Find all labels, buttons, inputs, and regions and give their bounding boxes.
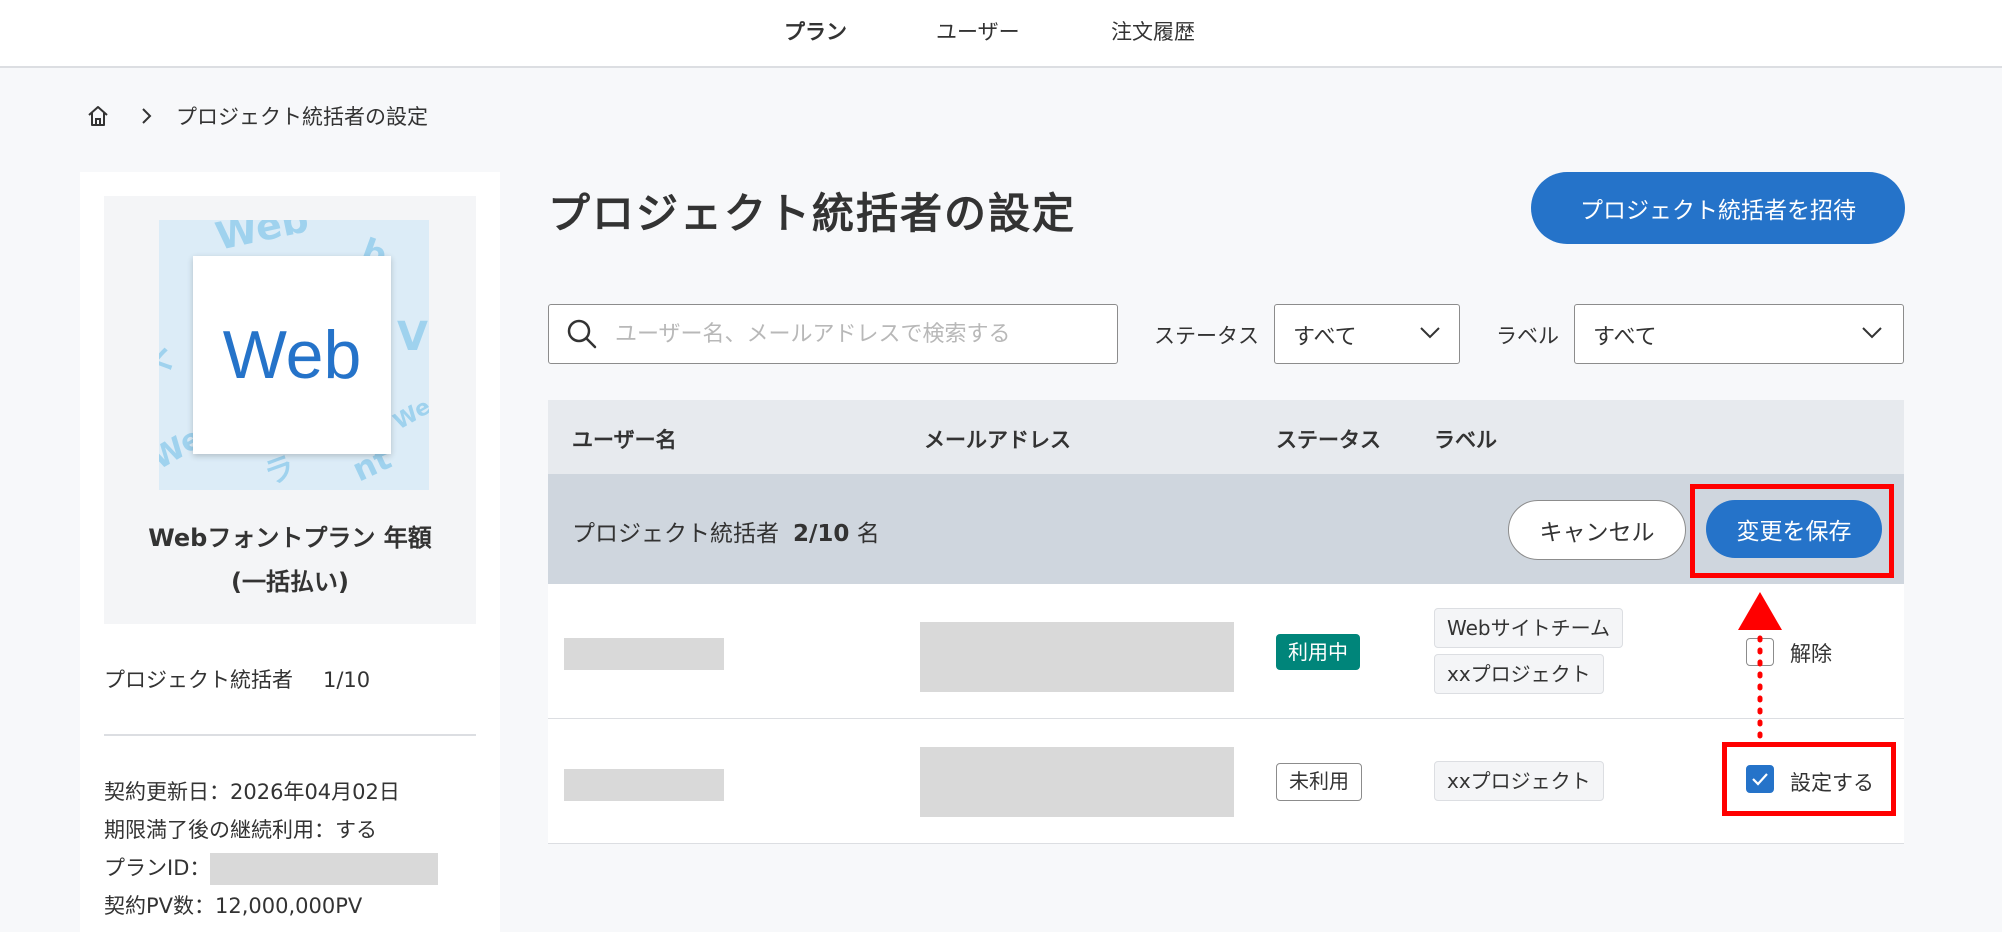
plan-name-line2: (一括払い) (231, 568, 349, 596)
annotation-arrow-icon (1738, 592, 1782, 745)
username-redacted (564, 638, 724, 670)
page-title: プロジェクト統括者の設定 (548, 189, 1077, 238)
svg-text:ト: ト (159, 337, 186, 383)
chevron-right-icon (142, 108, 152, 124)
search-icon (567, 319, 597, 349)
search-input[interactable] (613, 315, 1097, 353)
cancel-button[interactable]: キャンセル (1508, 500, 1686, 560)
svg-text:V: V (397, 314, 428, 360)
table-row: 利用中 Webサイトチーム xxプロジェクト 解除 (548, 584, 1904, 719)
plan-logo-text: Web (222, 317, 362, 393)
plan-thumbnail: Web b ト We ラ nt V We Web (159, 220, 429, 490)
plan-name-line1: Webフォントプラン 年額 (148, 524, 432, 552)
search-box[interactable] (548, 304, 1118, 364)
status-filter-label: ステータス (1154, 324, 1259, 348)
admin-count-value: 1/10 (323, 668, 371, 692)
plan-id-label: プランID： (104, 856, 211, 880)
status-badge: 利用中 (1276, 634, 1360, 670)
col-username: ユーザー名 (572, 428, 677, 452)
home-icon[interactable] (86, 104, 110, 128)
breadcrumb-current: プロジェクト統括者の設定 (176, 105, 428, 129)
top-nav: プラン ユーザー 注文履歴 (0, 0, 2002, 68)
invite-admin-button[interactable]: プロジェクト統括者を招待 (1531, 172, 1905, 244)
admin-count-label: プロジェクト統括者 (104, 668, 293, 692)
nav-users[interactable]: ユーザー (936, 16, 1020, 46)
col-label: ラベル (1434, 428, 1497, 452)
label-tag: Webサイトチーム (1434, 608, 1624, 648)
admin-count: プロジェクト統括者 1/10 (104, 664, 370, 694)
label-tag: xxプロジェクト (1434, 761, 1604, 801)
table-row: 未利用 xxプロジェクト 設定する (548, 719, 1904, 844)
status-select-value: すべて (1293, 325, 1357, 350)
col-email: メールアドレス (924, 428, 1071, 452)
email-redacted (920, 622, 1234, 692)
label-select-value: すべて (1593, 325, 1657, 350)
remove-label: 解除 (1790, 642, 1832, 666)
plan-panel: Web b ト We ラ nt V We Web Webフォントプラン 年額 (… (80, 172, 500, 932)
username-redacted (564, 769, 724, 801)
continue-usage: 期限満了後の継続利用：する (104, 818, 377, 842)
chevron-down-icon (1862, 327, 1882, 339)
nav-plan[interactable]: プラン (784, 16, 847, 46)
edit-count-label: プロジェクト統括者 (572, 521, 779, 547)
plan-id-redacted (210, 853, 439, 885)
status-badge: 未利用 (1276, 763, 1362, 801)
plan-logo: Web (193, 256, 391, 454)
label-filter-label: ラベル (1496, 324, 1559, 348)
divider (104, 734, 476, 736)
status-select[interactable]: すべて (1274, 304, 1460, 364)
edit-count-unit: 名 (856, 521, 880, 547)
label-tag: xxプロジェクト (1434, 654, 1604, 694)
col-status: ステータス (1276, 428, 1381, 452)
chevron-down-icon (1420, 327, 1440, 339)
renewal-date: 契約更新日：2026年04月02日 (104, 780, 400, 804)
plan-name: Webフォントプラン 年額 (一括払い) (104, 516, 476, 604)
plan-id: プランID： (104, 852, 439, 885)
nav-order-history[interactable]: 注文履歴 (1111, 16, 1195, 46)
save-highlight (1690, 484, 1894, 578)
svg-text:ラ: ラ (260, 449, 300, 490)
plan-card: Web b ト We ラ nt V We Web Webフォントプラン 年額 (… (104, 196, 476, 624)
edit-count-value: 2/10 (793, 521, 850, 547)
svg-text:Web: Web (212, 220, 313, 259)
checkbox-highlight (1722, 742, 1896, 816)
contract-pv: 契約PV数：12,000,000PV (104, 894, 363, 918)
table-header: ユーザー名 メールアドレス ステータス ラベル (548, 400, 1904, 474)
label-select[interactable]: すべて (1574, 304, 1904, 364)
email-redacted (920, 747, 1234, 817)
edit-count: プロジェクト統括者 2/10 名 (572, 514, 880, 548)
svg-text:We: We (390, 394, 430, 435)
